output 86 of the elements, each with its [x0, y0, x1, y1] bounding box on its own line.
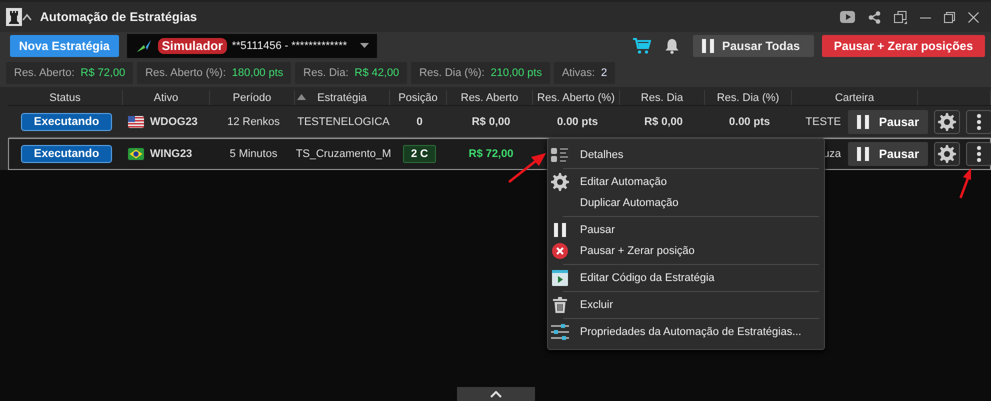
chevron-up-icon: [490, 390, 502, 398]
result-cell: R$ 0,00: [644, 116, 683, 128]
column-header[interactable]: Estratégia: [295, 90, 390, 105]
flag-icon: [128, 116, 144, 128]
close-circle-icon: [552, 242, 568, 258]
strategy-cell: TESTENELOGICA: [297, 116, 390, 128]
stat-value: R$ 42,00: [354, 67, 400, 79]
pause-icon: [554, 222, 566, 236]
stat-label: Res. Dia (%):: [419, 67, 485, 79]
result-cell: R$ 0,00: [472, 116, 510, 128]
column-header[interactable]: Posição: [390, 90, 447, 105]
period-cell: 5 Minutos: [230, 148, 278, 160]
result-cell: 0.00 pts: [729, 116, 770, 128]
pause-all-button[interactable]: Pausar Todas: [693, 35, 814, 57]
more-button[interactable]: [966, 110, 991, 134]
more-vertical-icon: [977, 114, 981, 130]
period-cell: 12 Renkos: [227, 116, 280, 128]
position-cell: 0: [416, 116, 423, 128]
menu-item[interactable]: Excluir: [550, 294, 819, 315]
restore-icon[interactable]: [944, 12, 955, 22]
column-header[interactable]: Res. Aberto (%): [533, 90, 620, 105]
pause-button[interactable]: Pausar: [848, 142, 928, 166]
result-cell: R$ 72,00: [468, 148, 514, 160]
simulator-badge: Simulador: [158, 38, 227, 54]
gear-icon: [937, 113, 957, 131]
column-header[interactable]: Período: [210, 90, 295, 105]
window-title: Automação de Estratégias: [40, 10, 197, 24]
column-header[interactable]: Ativo: [123, 90, 210, 105]
dropdown-caret-icon[interactable]: [360, 43, 369, 49]
pause-button[interactable]: Pausar: [848, 110, 928, 134]
gear-icon: [937, 145, 957, 163]
strategy-cell: TS_Cruzamento_M: [296, 148, 392, 160]
stat-label: Ativas:: [562, 67, 595, 79]
sliders-icon: [551, 324, 569, 340]
more-vertical-icon: [977, 146, 981, 162]
asset-name: WDOG23: [150, 116, 198, 128]
stat-label: Res. Aberto:: [14, 67, 75, 79]
collapse-button[interactable]: [456, 387, 534, 401]
share-icon[interactable]: [868, 10, 881, 24]
pause-icon: [857, 115, 869, 129]
pause-icon: [857, 147, 869, 161]
annotation-arrow: [959, 168, 972, 199]
settings-button[interactable]: [934, 110, 960, 134]
column-header[interactable]: Carteira: [792, 90, 918, 105]
status-badge: Executando: [20, 145, 112, 163]
column-header[interactable]: Res. Dia: [620, 90, 705, 105]
column-header[interactable]: Res. Dia (%): [705, 90, 792, 105]
result-cell: 0.00 pts: [557, 116, 598, 128]
detach-window-icon[interactable]: [894, 10, 907, 24]
account-selector[interactable]: Simulador **5111456 - *************: [126, 34, 377, 58]
stat-value: R$ 72,00: [80, 67, 126, 79]
bell-icon[interactable]: [665, 38, 680, 54]
cart-icon[interactable]: [633, 38, 652, 54]
stat-value: 180,00 pts: [232, 67, 284, 79]
menu-item[interactable]: Detalhes: [550, 144, 819, 165]
close-icon[interactable]: [968, 12, 979, 22]
position-cell: 2 C: [402, 145, 436, 163]
trash-icon: [553, 296, 567, 312]
status-badge: Executando: [20, 113, 112, 131]
menu-item[interactable]: Pausar + Zerar posição: [550, 240, 819, 261]
menu-item[interactable]: Pausar: [550, 219, 819, 240]
rook-icon[interactable]: [6, 8, 22, 26]
menu-item[interactable]: Editar Automação: [550, 171, 819, 192]
menu-item[interactable]: Duplicar Automação: [550, 192, 819, 213]
pause-icon: [702, 39, 714, 53]
flag-icon: [128, 148, 144, 160]
gear-icon: [550, 172, 570, 190]
pause-and-zero-button[interactable]: Pausar + Zerar posições: [822, 35, 985, 57]
stat-label: Res. Aberto (%):: [145, 67, 226, 79]
more-button[interactable]: [966, 142, 991, 166]
details-icon: [550, 146, 570, 162]
settings-button[interactable]: [934, 142, 960, 166]
sort-up-icon[interactable]: [297, 94, 306, 100]
account-number: **5111456 - *************: [232, 40, 348, 52]
column-header[interactable]: Status: [8, 90, 123, 105]
code-window-icon: [552, 270, 568, 286]
column-header[interactable]: Res. Aberto: [447, 90, 533, 105]
caret-up-icon[interactable]: [22, 13, 32, 21]
stat-label: Res. Dia:: [303, 67, 349, 79]
stat-value: 2: [600, 67, 608, 79]
video-icon[interactable]: [840, 11, 855, 23]
menu-item[interactable]: Propriedades da Automação de Estratégias...: [550, 321, 819, 342]
stat-value: 210,00 pts: [490, 67, 542, 79]
wallet-cell: TESTE: [806, 116, 841, 128]
asset-name: WING23: [150, 148, 192, 160]
menu-item[interactable]: Editar Código da Estratégia: [550, 267, 819, 288]
